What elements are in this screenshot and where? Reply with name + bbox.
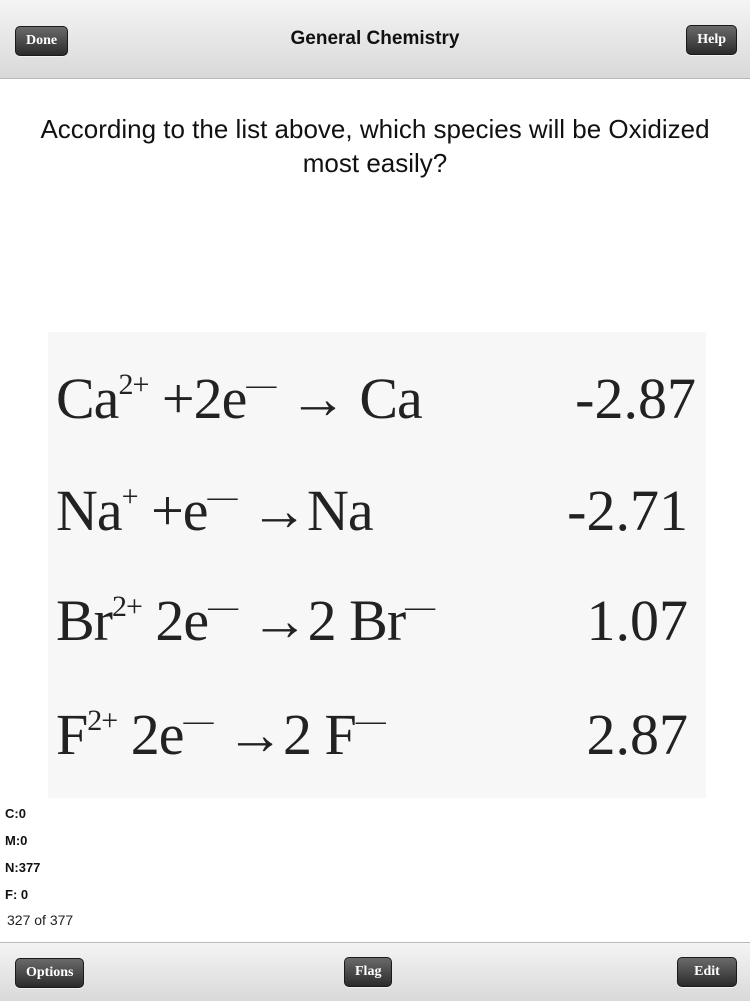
page-title: General Chemistry	[290, 28, 460, 49]
card-counter: 327 of 377	[7, 912, 74, 928]
reactant: Na	[56, 478, 123, 543]
electron-charge: —	[246, 367, 276, 401]
flag-button[interactable]: Flag	[344, 957, 393, 987]
reaction-row-bromine: Br2+ 2e— →2 Br— 1.07	[56, 572, 696, 668]
potential-value: -2.87	[575, 366, 696, 431]
product-charge: —	[405, 589, 435, 623]
reaction-row-fluorine: F2+ 2e— →2 F— 2.87	[56, 686, 696, 782]
electrons: +e	[137, 478, 208, 543]
reactant-charge: +	[121, 479, 139, 513]
reduction-potentials-image: Ca2+ +2e— → Ca -2.87 Na+ +e— →Na -2.71 B…	[48, 332, 706, 798]
product: Ca	[359, 366, 422, 431]
new-count: N:377	[5, 860, 41, 875]
top-navigation-bar: Done General Chemistry Help	[0, 0, 750, 79]
electron-charge: —	[208, 589, 238, 623]
reactant: Ca	[56, 366, 119, 431]
electrons: 2e	[117, 702, 185, 767]
potential-value: 2.87	[586, 702, 689, 767]
electron-charge: —	[207, 479, 238, 513]
electron-charge: —	[183, 703, 213, 737]
missed-count: M:0	[5, 833, 28, 848]
reactant-charge: 2+	[112, 589, 143, 623]
flagged-count: F: 0	[5, 887, 29, 902]
correct-count: C:0	[5, 806, 26, 821]
product: Na	[307, 478, 374, 543]
product: 2 Br	[307, 588, 406, 653]
reactant-charge: 2+	[118, 367, 149, 401]
electrons: 2e	[141, 588, 209, 653]
reactant-charge: 2+	[87, 703, 118, 737]
arrow-icon: →	[237, 588, 309, 653]
reaction-row-sodium: Na+ +e— →Na -2.71	[56, 462, 696, 558]
reactant: F	[56, 702, 88, 767]
arrow-icon: →	[212, 702, 284, 767]
electrons: +2e	[148, 366, 247, 431]
potential-value: -2.71	[567, 478, 688, 543]
reactant: Br	[56, 588, 113, 653]
question-text: According to the list above, which speci…	[40, 114, 710, 178]
arrow-icon: →	[275, 366, 360, 431]
help-button[interactable]: Help	[686, 25, 737, 55]
edit-button[interactable]: Edit	[677, 957, 737, 987]
options-button[interactable]: Options	[15, 958, 85, 988]
product-charge: —	[355, 703, 386, 737]
potential-value: 1.07	[586, 588, 689, 653]
score-stats: C:0 M:0 N:377 F: 0	[5, 800, 40, 908]
product: 2 F	[282, 702, 357, 767]
bottom-toolbar: Options Flag Edit	[0, 942, 750, 1001]
arrow-icon: →	[236, 478, 308, 543]
reaction-row-calcium: Ca2+ +2e— → Ca -2.87	[56, 350, 696, 446]
